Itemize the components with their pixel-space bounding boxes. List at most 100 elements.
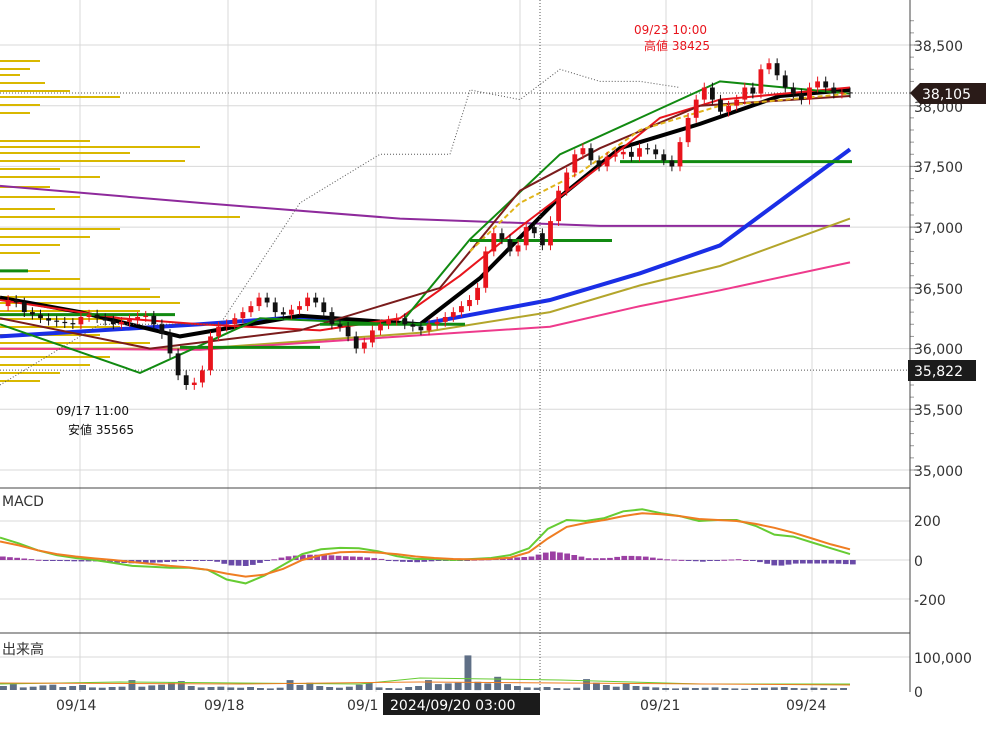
candle-body [637,148,642,157]
candle-body [645,148,650,150]
macd-histogram-bar [235,560,242,566]
volume-bar [691,688,699,690]
macd-histogram-bar [835,560,842,564]
volume-bar [316,686,324,690]
candle-body [483,251,489,288]
volume-bar [800,688,808,690]
volume-bar [108,687,116,690]
volume-bar [276,687,284,690]
candle-body [710,87,715,100]
macd-histogram-bar [778,560,785,566]
volume-profile-bar [0,104,40,106]
volume-bar [197,687,205,690]
price-axis: 38,500 38,000 37,500 37,000 36,500 36,00… [914,39,963,480]
macd-histogram-bar [685,560,692,561]
candle-body [442,317,448,322]
low-price-label: 35,822 [914,364,963,380]
candle-body [750,87,756,94]
candle-body [159,324,165,334]
volume-bar [593,682,600,690]
volume-profile-bar [0,68,30,70]
volume-bar [474,681,482,691]
macd-histogram-bar [842,560,849,565]
macd-histogram-bar [371,558,378,560]
volume-bar [820,688,828,690]
volume-bar [326,687,334,690]
candle-body [620,151,626,155]
candle-body [127,319,132,322]
candle-body [475,287,480,300]
macd-histogram-bar [171,560,178,562]
macd-histogram-bar [585,558,592,560]
macd-histogram-bar [721,559,728,561]
volume-bar [711,687,719,690]
candle-body [272,302,278,313]
volume-profile-bar [0,90,70,92]
candle-body [46,318,51,321]
candle-body [588,148,594,161]
time-tick: 09/1 [347,698,378,714]
volume-bar [672,688,679,690]
macd-histogram-bar [78,560,85,562]
volume-bar [345,686,353,690]
macd-histogram-bar [671,559,678,561]
macd-histogram-bar [521,557,528,560]
price-tick: 37,500 [914,160,963,176]
macd-histogram-bar [728,559,735,561]
candle-body [540,233,545,246]
candle-body [370,330,375,343]
macd-histogram-bar [707,560,713,561]
macd-histogram-bar [650,557,656,560]
volume-profile-bar [0,146,200,148]
candle-body [208,336,213,371]
macd-histogram-bar [0,556,6,560]
volume-axis: 100,000 0 [914,651,972,701]
volume-profile-bar [0,82,45,84]
macd-histogram-bar [200,560,206,561]
macd-histogram-bar [14,557,20,560]
candle-body [386,320,391,325]
volume-bar [484,683,492,690]
volume-bars [0,655,851,691]
macd-histogram-bar [735,559,742,561]
macd-histogram-bar [192,560,199,561]
macd-histogram-bar [57,560,63,561]
macd-histogram-bar [35,559,42,561]
volume-bar [98,687,106,690]
volume-bar [296,685,304,690]
high-annotation-value: 高値 38425 [644,38,710,53]
low-annotation-value: 安値 35565 [68,422,134,437]
volume-profile-bar [0,208,55,210]
candle-body [410,324,416,327]
candle-body [248,306,254,313]
volume-bar [405,687,413,690]
macd-histogram-bar [607,557,613,560]
macd-histogram-bar [742,560,749,561]
candle-body [499,233,505,240]
volume-bar [533,687,541,690]
volume-bar [0,686,7,690]
volume-bar [415,686,422,690]
macd-histogram-bar [635,556,642,560]
ma-purple [0,184,850,227]
volume-profile-bar [0,364,90,366]
time-tick: 09/14 [56,698,96,714]
candle-body [232,318,238,325]
candle-body [86,314,92,317]
candle-body [612,154,618,157]
candle-body [677,142,683,167]
low-price-tag: 35,822 [908,360,976,381]
volume-bar [434,684,442,690]
candle-body [143,315,149,317]
candle-body [94,314,100,319]
macd-histogram-bar [157,560,163,563]
candle-body [151,315,157,325]
candle-body [653,149,659,155]
macd-histogram-bar [550,551,556,560]
volume-bar [810,687,818,690]
price-tick: 35,000 [914,464,963,480]
candle-body [685,117,691,143]
volume-bar [187,686,195,690]
candle-body [564,172,570,191]
candle-body [774,63,780,76]
